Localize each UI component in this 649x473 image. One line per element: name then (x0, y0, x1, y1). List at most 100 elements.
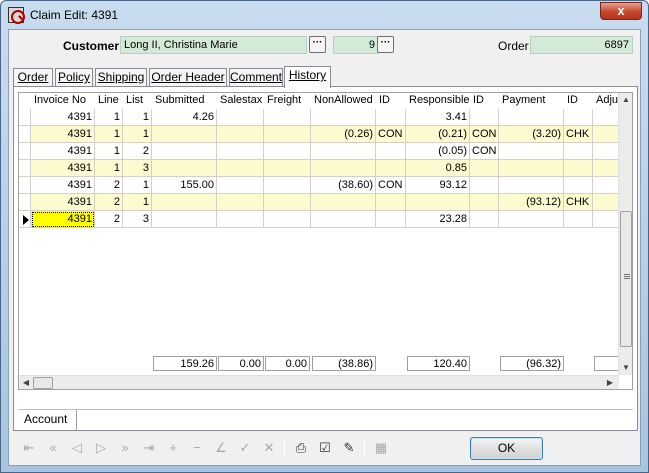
nonallowed-cell[interactable] (311, 194, 376, 211)
salestax-cell[interactable] (217, 160, 264, 177)
submitted-cell[interactable] (152, 160, 217, 177)
prior-page-icon[interactable]: « (43, 439, 63, 457)
payment-id-cell[interactable]: CHK (564, 126, 593, 143)
nonallowed-cell[interactable]: (38.60) (311, 177, 376, 194)
next-icon[interactable]: ▷ (91, 439, 111, 457)
responsible-id-cell[interactable] (470, 177, 499, 194)
column-header[interactable]: Payment (499, 93, 564, 109)
customer-lookup-button[interactable]: ··· (309, 36, 326, 53)
nonallowed-id-cell[interactable] (376, 143, 406, 160)
responsible-cell[interactable]: 23.28 (406, 211, 470, 228)
freight-cell[interactable] (264, 126, 311, 143)
invoice-no-cell[interactable]: 4391 (31, 143, 95, 160)
freight-cell[interactable] (264, 160, 311, 177)
payment-id-cell[interactable] (564, 211, 593, 228)
column-header[interactable]: NonAllowed (311, 93, 376, 109)
tab-order-header[interactable]: Order Header (149, 68, 227, 87)
column-header[interactable]: ID (564, 93, 592, 109)
vertical-scrollbar[interactable]: ▲ ▼ (618, 93, 632, 375)
row-indicator[interactable] (19, 211, 31, 228)
payment-id-cell[interactable] (564, 177, 593, 194)
pen-icon[interactable]: ✎ (339, 439, 359, 457)
insert-icon[interactable]: + (163, 439, 183, 457)
first-icon[interactable]: ⇤ (19, 439, 39, 457)
adjustment-cell[interactable] (593, 211, 619, 228)
table-row[interactable]: 4391 2 1 (93.12) CHK (19, 194, 619, 211)
invoice-no-cell[interactable]: 4391 (31, 194, 95, 211)
table-row[interactable]: 4391 1 2 (0.05) CON (19, 143, 619, 160)
nonallowed-id-cell[interactable] (376, 160, 406, 177)
order-number-field[interactable]: 6897 (530, 36, 633, 54)
line-cell[interactable]: 2 (95, 194, 123, 211)
responsible-cell[interactable]: 3.41 (406, 109, 470, 126)
salestax-cell[interactable] (217, 177, 264, 194)
nonallowed-cell[interactable] (311, 109, 376, 126)
column-header[interactable]: Salestax (217, 93, 264, 109)
payment-cell[interactable] (499, 143, 564, 160)
list-cell[interactable]: 1 (123, 109, 152, 126)
payment-cell[interactable] (499, 160, 564, 177)
scroll-up-icon[interactable]: ▲ (619, 95, 632, 104)
payment-id-cell[interactable] (564, 160, 593, 177)
invoice-no-cell[interactable]: 4391 (31, 160, 95, 177)
tab-shipping[interactable]: Shipping (95, 68, 147, 87)
column-header[interactable]: Adju (593, 93, 619, 109)
title-bar[interactable]: Claim Edit: 4391 x (1, 1, 648, 29)
submitted-cell[interactable] (152, 143, 217, 160)
submitted-cell[interactable] (152, 194, 217, 211)
nonallowed-cell[interactable] (311, 143, 376, 160)
table-row[interactable]: 4391 1 3 0.85 (19, 160, 619, 177)
column-header[interactable]: Freight (264, 93, 310, 109)
nonallowed-cell[interactable]: (0.26) (311, 126, 376, 143)
row-indicator[interactable] (19, 126, 31, 143)
cancel-icon[interactable]: ✕ (259, 439, 279, 457)
nonallowed-cell[interactable] (311, 211, 376, 228)
invoice-no-cell[interactable]: 4391 (31, 211, 95, 228)
responsible-id-cell[interactable]: CON (470, 143, 499, 160)
nonallowed-id-cell[interactable]: CON (376, 177, 406, 194)
column-header[interactable]: Line (95, 93, 123, 109)
adjustment-cell[interactable] (593, 177, 619, 194)
submitted-cell[interactable] (152, 126, 217, 143)
tab-comment[interactable]: Comment (229, 68, 283, 87)
adjustment-cell[interactable] (593, 109, 619, 126)
payment-id-cell[interactable] (564, 109, 593, 126)
print-icon[interactable]: ⎙ (291, 439, 311, 457)
scroll-left-icon[interactable]: ◀ (19, 378, 33, 387)
payment-cell[interactable]: (3.20) (499, 126, 564, 143)
responsible-cell[interactable]: 0.85 (406, 160, 470, 177)
adjustment-cell[interactable] (593, 194, 619, 211)
vertical-scroll-thumb[interactable] (620, 211, 632, 347)
freight-cell[interactable] (264, 109, 311, 126)
payment-id-cell[interactable] (564, 143, 593, 160)
freight-cell[interactable] (264, 177, 311, 194)
row-indicator[interactable] (19, 160, 31, 177)
list-cell[interactable]: 1 (123, 126, 152, 143)
invoice-no-cell[interactable]: 4391 (31, 177, 95, 194)
prior-icon[interactable]: ◁ (67, 439, 87, 457)
responsible-cell[interactable]: (0.21) (406, 126, 470, 143)
responsible-id-cell[interactable] (470, 160, 499, 177)
table-row[interactable]: 4391 1 1 4.26 3.41 (19, 109, 619, 126)
close-button[interactable]: x (600, 2, 642, 20)
nonallowed-id-cell[interactable] (376, 109, 406, 126)
table-row[interactable]: 4391 1 1 (0.26) CON (0.21) CON (3.20) CHK (19, 126, 619, 143)
payment-cell[interactable] (499, 211, 564, 228)
scroll-down-icon[interactable]: ▼ (619, 363, 632, 372)
column-header[interactable]: ID (470, 93, 499, 109)
tab-policy[interactable]: Policy (55, 68, 93, 87)
responsible-id-cell[interactable] (470, 211, 499, 228)
salestax-cell[interactable] (217, 143, 264, 160)
responsible-cell[interactable]: (0.05) (406, 143, 470, 160)
responsible-id-cell[interactable] (470, 109, 499, 126)
salestax-cell[interactable] (217, 126, 264, 143)
responsible-id-cell[interactable] (470, 194, 499, 211)
tab-history[interactable]: History (284, 66, 331, 88)
next-page-icon[interactable]: » (115, 439, 135, 457)
column-header[interactable]: Invoice No (31, 93, 95, 109)
row-indicator[interactable] (19, 143, 31, 160)
line-cell[interactable]: 2 (95, 211, 123, 228)
row-indicator[interactable] (19, 109, 31, 126)
history-grid[interactable]: Invoice No Line List Submitted Salestax … (18, 92, 633, 390)
list-cell[interactable]: 2 (123, 143, 152, 160)
